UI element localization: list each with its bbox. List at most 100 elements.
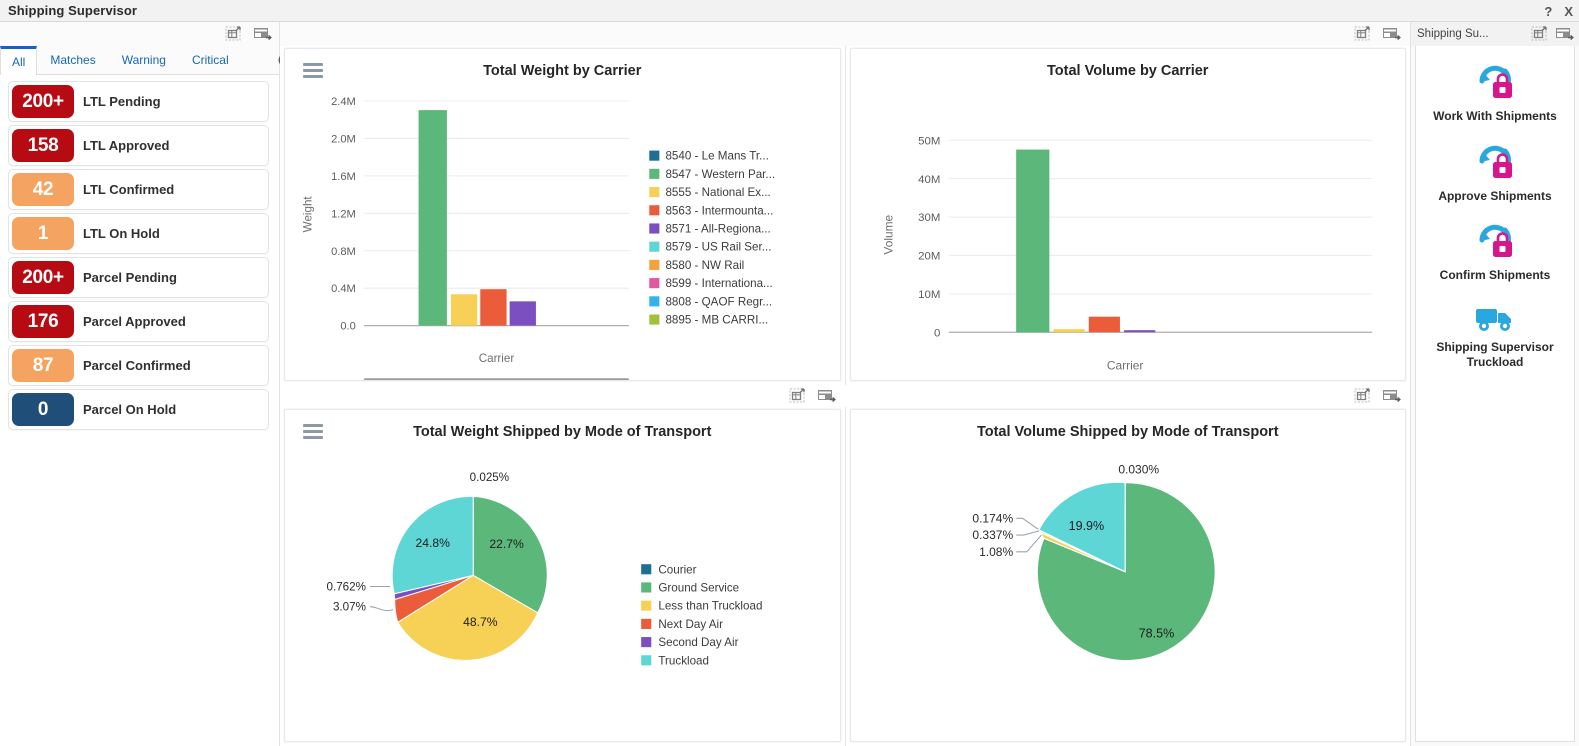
kpi-label: LTL Pending	[83, 94, 161, 109]
y-tick-label: 1.6M	[331, 171, 356, 183]
legend-label: 8547 - Western Par...	[665, 168, 775, 181]
left-panel-toolbar	[0, 22, 279, 46]
pie-slice-label: 3.07%	[333, 601, 366, 614]
plot-area-weight-by-mode: 22.7% 48.7% 24.8% 0.025% 0.762% 3.07% Co…	[285, 440, 840, 741]
kpi-card-ltl-on-hold[interactable]: 1 LTL On Hold	[8, 213, 269, 254]
tab-warning[interactable]: Warning	[109, 46, 179, 74]
pie-slice-label: 22.7%	[489, 537, 524, 551]
y-tick-label: 2.0M	[331, 133, 356, 145]
kpi-card-parcel-on-hold[interactable]: 0 Parcel On Hold	[8, 389, 269, 430]
pie-slice-label: 0.030%	[1118, 462, 1159, 476]
app-tile-shipping-supervisor-truckload[interactable]: Shipping Supervisor Truckload	[1425, 301, 1565, 369]
expand-grid-icon[interactable]	[1354, 388, 1372, 404]
legend-label: Ground Service	[658, 582, 739, 595]
bar-8563[interactable]	[480, 289, 507, 326]
legend-label: 8599 - Internationa...	[665, 277, 772, 290]
window-titlebar: Shipping Supervisor ? X	[0, 0, 1579, 22]
bar-8563[interactable]	[1088, 316, 1120, 333]
kpi-card-parcel-approved[interactable]: 176 Parcel Approved	[8, 301, 269, 342]
help-icon[interactable]: ?	[1544, 4, 1552, 19]
app-tile-label: Shipping Supervisor Truckload	[1436, 339, 1554, 369]
y-tick-label: 2.4M	[331, 96, 356, 108]
app-tile-confirm-shipments[interactable]: Confirm Shipments	[1425, 221, 1565, 283]
chart-legend: 8540 - Le Mans Tr... 8547 - Western Par.…	[649, 150, 775, 327]
y-tick-label: 50M	[918, 135, 940, 147]
pie-slices	[391, 495, 548, 661]
legend-label: 8808 - QAOF Regr...	[665, 295, 772, 308]
window-controls: ? X	[1544, 0, 1573, 22]
tab-matches-label: Matches	[50, 53, 96, 67]
plot-area-volume-by-carrier: 0 10M 20M 30M 40M 50M Volume Carrier	[851, 79, 1406, 380]
expand-grid-icon[interactable]	[1531, 26, 1549, 42]
tab-critical[interactable]: Critical	[179, 46, 242, 74]
tab-all[interactable]: All	[0, 46, 38, 75]
y-tick-label: 20M	[918, 251, 940, 263]
kpi-label: Parcel Approved	[83, 314, 186, 329]
kpi-card-parcel-pending[interactable]: 200+ Parcel Pending	[8, 257, 269, 298]
kpi-card-ltl-confirmed[interactable]: 42 LTL Confirmed	[8, 169, 269, 210]
add-panel-icon[interactable]	[253, 26, 272, 42]
plot-area-weight-by-carrier: 0.0 0.4M 0.8M 1.2M 1.6M 2.0M 2.4M Weight	[285, 79, 840, 380]
legend-label: 8540 - Le Mans Tr...	[665, 150, 768, 163]
kpi-badge: 200+	[12, 261, 74, 294]
legend-label: Next Day Air	[658, 618, 723, 631]
bar-8555[interactable]	[450, 294, 478, 326]
chart-card-volume-by-carrier: Total Volume by Carrier 0 10M 20M 30M 40…	[849, 48, 1406, 381]
left-panel: All Matches Warning Critical 200+ LTL Pe…	[0, 22, 291, 746]
kpi-list: 200+ LTL Pending 158 LTL Approved 42 LTL…	[0, 75, 279, 430]
truck-icon	[1472, 301, 1518, 335]
bar-8571[interactable]	[509, 301, 536, 326]
add-panel-icon[interactable]	[1555, 26, 1574, 42]
pie-slice-label: 0.337%	[972, 528, 1013, 542]
shipments-briefcase-icon	[1472, 221, 1518, 263]
chart-legend: Courier Ground Service Less than Trucklo…	[641, 563, 762, 667]
tab-critical-label: Critical	[191, 53, 229, 67]
y-axis-label: Volume	[881, 214, 895, 254]
charts-row-top: Total Weight by Carrier 0.0 0.4M 0.8M 1.…	[280, 46, 1410, 385]
tab-matches[interactable]: Matches	[37, 46, 108, 74]
close-icon[interactable]: X	[1564, 4, 1573, 19]
charts-panel-toolbar	[280, 22, 1410, 46]
kpi-badge: 176	[12, 305, 74, 338]
add-panel-icon[interactable]	[817, 388, 836, 404]
tab-all-label: All	[12, 55, 26, 69]
bar-8547[interactable]	[1015, 149, 1049, 333]
chart-title: Total Weight Shipped by Mode of Transpor…	[413, 424, 712, 440]
y-tick-label: 30M	[918, 212, 940, 224]
app-tile-approve-shipments[interactable]: Approve Shipments	[1425, 142, 1565, 204]
bar-8571[interactable]	[1123, 330, 1155, 333]
legend-label: Less than Truckload	[658, 600, 762, 613]
kpi-card-ltl-approved[interactable]: 158 LTL Approved	[8, 125, 269, 166]
kpi-label: Parcel On Hold	[83, 402, 177, 417]
y-tick-label: 0.8M	[331, 246, 356, 258]
kpi-badge: 42	[12, 173, 74, 206]
chart-menu-icon[interactable]	[303, 63, 323, 78]
chart-cell-volume-by-mode: Total Volume Shipped by Mode of Transpor…	[844, 407, 1411, 746]
y-tick-label: 0	[934, 327, 940, 339]
chart-menu-icon[interactable]	[303, 424, 323, 439]
add-panel-icon[interactable]	[1382, 26, 1401, 42]
app-tile-label: Approve Shipments	[1438, 188, 1552, 203]
legend-label: Truckload	[658, 654, 709, 667]
pie-slice-label: 1.08%	[979, 545, 1013, 559]
kpi-card-parcel-confirmed[interactable]: 87 Parcel Confirmed	[8, 345, 269, 386]
kpi-badge: 1	[12, 217, 74, 250]
bar-8555[interactable]	[1053, 329, 1085, 333]
kpi-card-ltl-pending[interactable]: 200+ LTL Pending	[8, 81, 269, 122]
expand-grid-icon[interactable]	[225, 26, 243, 42]
expand-grid-icon[interactable]	[1354, 26, 1372, 42]
pie-slice-label: 48.7%	[463, 615, 498, 629]
add-panel-icon[interactable]	[1382, 388, 1401, 404]
pie-slice-label: 78.5%	[1138, 627, 1174, 641]
app-tile-work-with-shipments[interactable]: Work With Shipments	[1425, 62, 1565, 124]
main-body: All Matches Warning Critical 200+ LTL Pe…	[0, 22, 1579, 746]
chart-card-volume-by-mode: Total Volume Shipped by Mode of Transpor…	[849, 409, 1406, 742]
bar-8547[interactable]	[418, 110, 447, 326]
chart-card-weight-by-mode: Total Weight Shipped by Mode of Transpor…	[284, 409, 841, 742]
y-tick-label: 0.0	[340, 321, 355, 333]
kpi-label: LTL Confirmed	[83, 182, 175, 197]
chart-title: Total Volume Shipped by Mode of Transpor…	[976, 424, 1279, 440]
expand-grid-icon[interactable]	[789, 388, 807, 404]
legend-label: 8555 - National Ex...	[665, 186, 770, 199]
kpi-badge: 200+	[12, 85, 74, 118]
